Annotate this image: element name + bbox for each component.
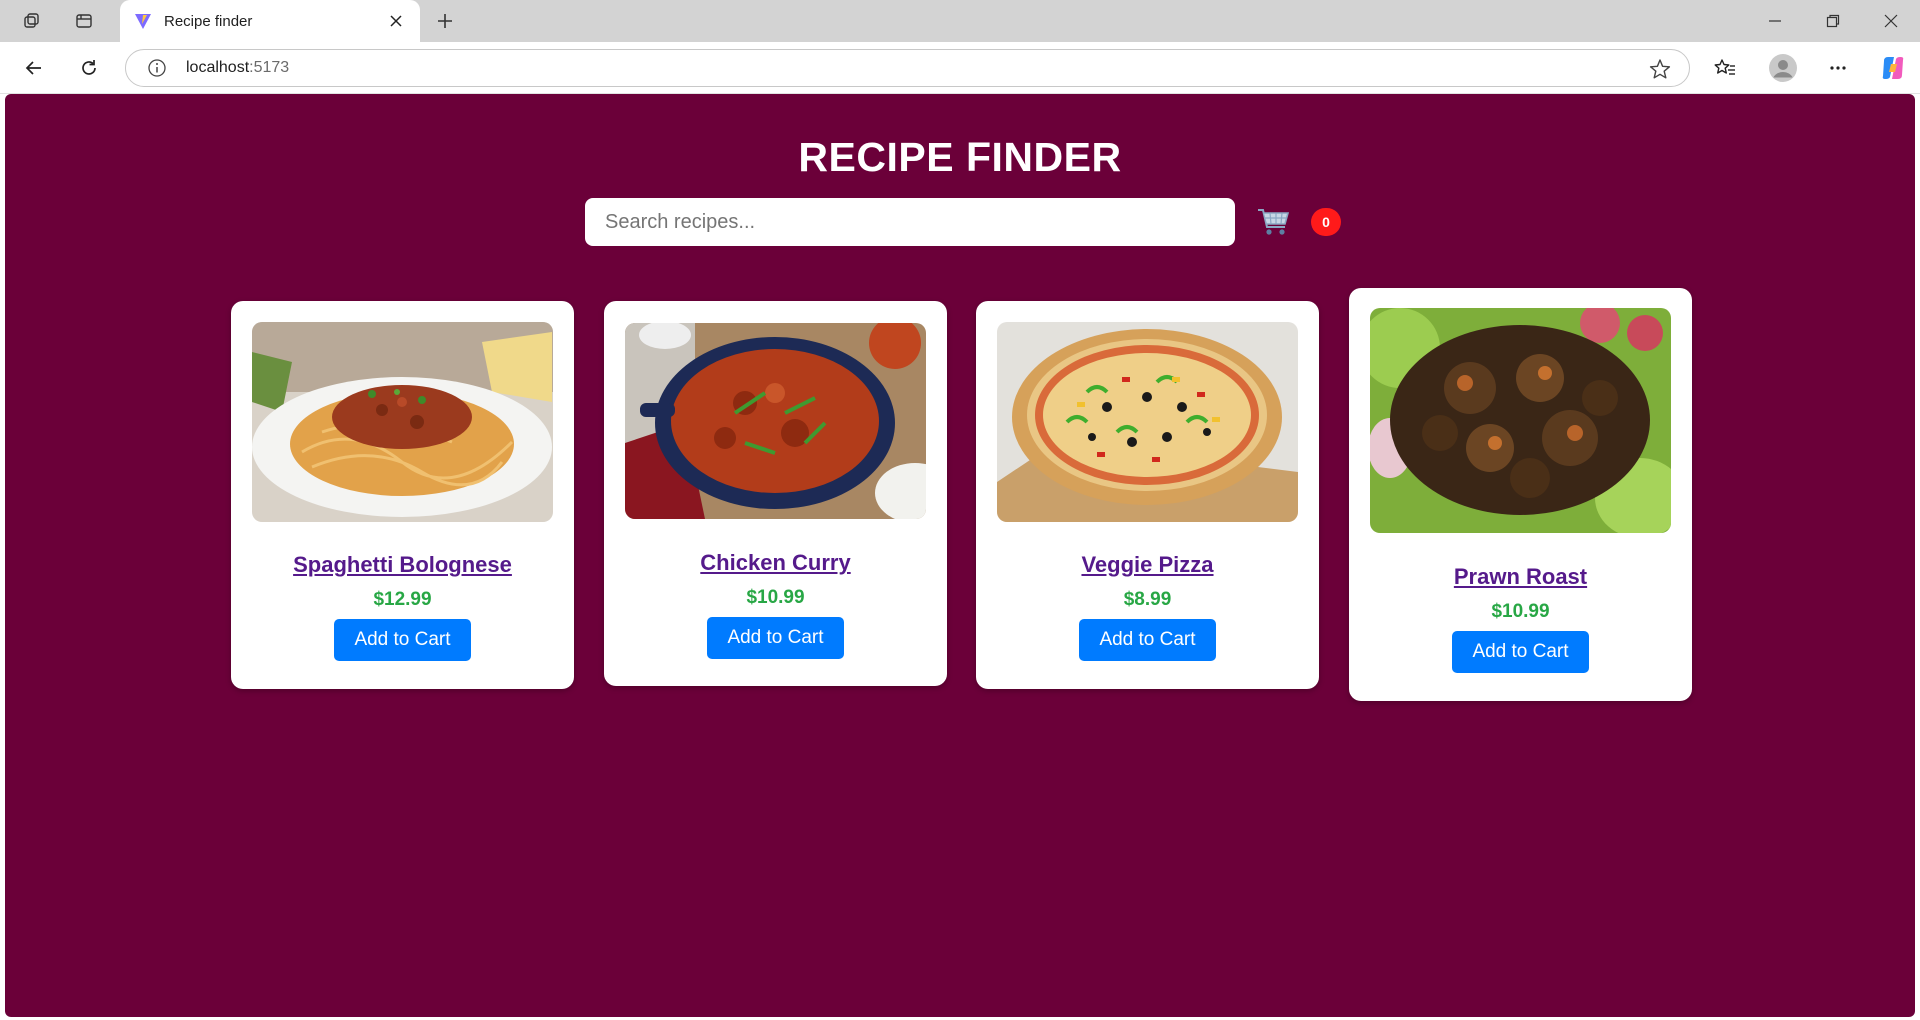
add-to-cart-button[interactable]: Add to Cart	[1079, 619, 1216, 661]
search-input[interactable]	[585, 198, 1235, 246]
back-arrow-icon[interactable]	[18, 52, 50, 84]
shopping-cart-icon[interactable]	[1257, 207, 1291, 237]
recipe-price: $10.99	[1491, 601, 1550, 622]
add-to-cart-button[interactable]: Add to Cart	[334, 619, 471, 661]
reload-icon[interactable]	[73, 52, 105, 84]
recipe-image-chicken-curry	[625, 323, 926, 519]
recipe-image-spaghetti	[252, 322, 553, 522]
recipe-price: $10.99	[746, 587, 805, 608]
recipe-title-link[interactable]: Chicken Curry	[604, 550, 947, 576]
close-window-icon[interactable]	[1871, 6, 1911, 36]
recipe-image-prawn-roast	[1370, 308, 1671, 533]
recipe-price: $8.99	[1123, 589, 1172, 610]
recipe-card: Veggie Pizza $8.99 Add to Cart	[976, 301, 1319, 689]
recipe-card: Prawn Roast $10.99 Add to Cart	[1349, 288, 1692, 701]
close-tab-icon[interactable]	[384, 9, 408, 33]
favorite-star-icon[interactable]	[1649, 58, 1671, 80]
new-tab-icon[interactable]	[427, 6, 463, 36]
recipe-finder-page: RECIPE FINDER 0	[5, 94, 1915, 1017]
url-host: localhost	[186, 59, 250, 76]
recipe-card: Chicken Curry $10.99 Add to Cart	[604, 301, 947, 686]
cart-count-badge: 0	[1311, 208, 1341, 236]
vite-favicon-icon	[135, 14, 151, 29]
site-info-icon[interactable]	[146, 57, 168, 79]
recipe-card: Spaghetti Bolognese $12.99 Add to Cart	[231, 301, 574, 689]
minimize-icon[interactable]	[1755, 6, 1795, 36]
favorites-list-icon[interactable]	[1709, 52, 1741, 84]
recipe-image-veggie-pizza	[997, 322, 1298, 522]
add-to-cart-button[interactable]: Add to Cart	[1452, 631, 1589, 673]
workspaces-icon[interactable]	[14, 6, 50, 36]
recipe-title-link[interactable]: Spaghetti Bolognese	[231, 552, 574, 578]
copilot-icon[interactable]	[1877, 52, 1909, 84]
restore-icon[interactable]	[1813, 6, 1853, 36]
more-options-icon[interactable]	[1822, 52, 1854, 84]
page-title: RECIPE FINDER	[798, 134, 1122, 180]
recipe-title-link[interactable]: Veggie Pizza	[976, 552, 1319, 578]
address-bar[interactable]: localhost:5173	[125, 49, 1690, 87]
browser-tab-strip: Recipe finder	[0, 0, 1920, 42]
url-port: :5173	[249, 59, 290, 76]
recipe-price: $12.99	[373, 589, 432, 610]
profile-avatar-icon[interactable]	[1766, 51, 1800, 85]
url-text: localhost:5173	[186, 59, 289, 77]
browser-toolbar: localhost:5173	[0, 42, 1920, 94]
recipe-title-link[interactable]: Prawn Roast	[1349, 564, 1692, 590]
tab-actions-icon[interactable]	[66, 6, 102, 36]
add-to-cart-button[interactable]: Add to Cart	[707, 617, 844, 659]
tab-recipe-finder[interactable]: Recipe finder	[120, 0, 420, 42]
tab-title: Recipe finder	[164, 12, 253, 30]
